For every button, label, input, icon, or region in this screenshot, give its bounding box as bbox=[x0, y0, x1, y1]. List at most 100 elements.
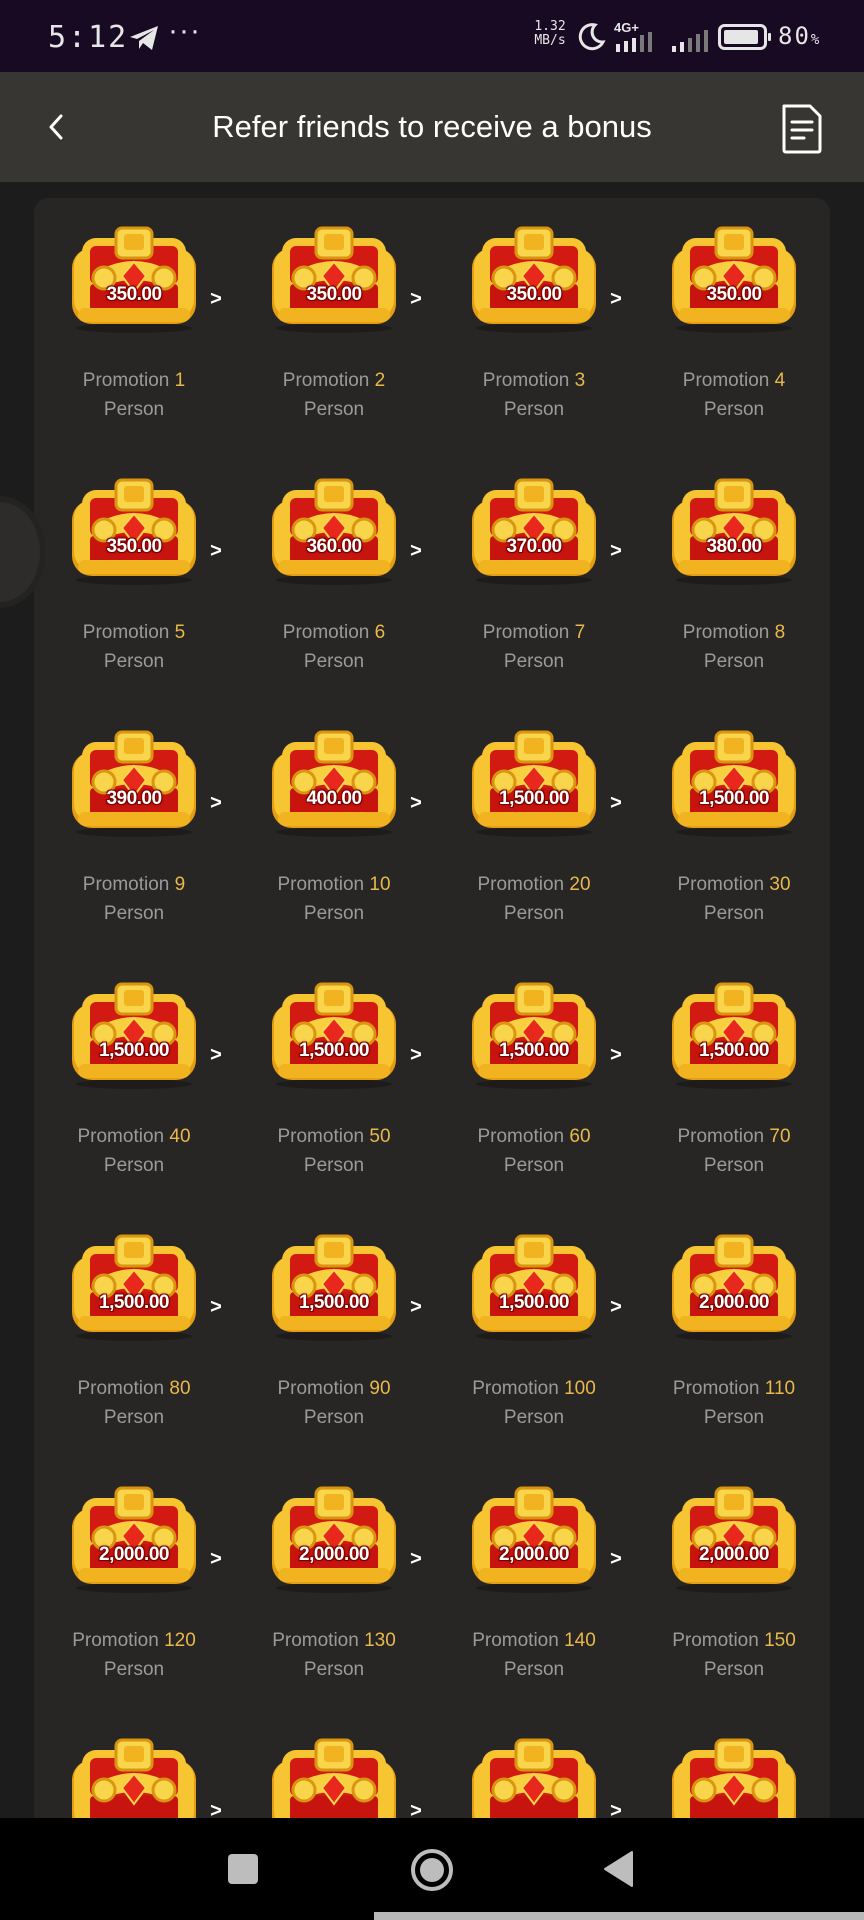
treasure-chest-icon bbox=[72, 226, 196, 333]
tier-label: Promotion 60 Person bbox=[434, 1122, 634, 1180]
reward-tier[interactable]: 1,500.00 Promotion 70 Person bbox=[634, 954, 834, 1204]
tier-label: Promotion 8 Person bbox=[634, 618, 834, 676]
tier-unit: Person bbox=[303, 1407, 365, 1428]
tier-prefix: Promotion bbox=[277, 1378, 365, 1399]
reward-amount: 1,500.00 bbox=[699, 1040, 769, 1061]
treasure-chest-icon bbox=[72, 1738, 196, 1818]
tier-label: Promotion 70 Person bbox=[634, 1122, 834, 1180]
reward-tier[interactable]: 350.00 Promotion 4 Person bbox=[634, 198, 834, 448]
reward-tier[interactable] bbox=[434, 1710, 634, 1818]
battery-percent-unit: % bbox=[810, 32, 820, 48]
tier-label: Promotion 130 Person bbox=[234, 1626, 434, 1684]
tier-label: Promotion 7 Person bbox=[434, 618, 634, 676]
progression-arrow: > bbox=[410, 1296, 422, 1318]
tier-count: 8 bbox=[774, 622, 786, 643]
reward-tier[interactable]: 1,500.00 Promotion 60 Person bbox=[434, 954, 634, 1204]
tier-unit: Person bbox=[103, 399, 165, 420]
app-header: Refer friends to receive a bonus bbox=[0, 72, 864, 182]
reward-amount: 1,500.00 bbox=[99, 1292, 169, 1313]
home-circle-icon[interactable] bbox=[410, 1848, 454, 1892]
reward-tier[interactable] bbox=[34, 1710, 234, 1818]
tier-count: 120 bbox=[164, 1630, 196, 1651]
back-button[interactable] bbox=[36, 102, 76, 152]
reward-tier[interactable]: 1,500.00 Promotion 40 Person bbox=[34, 954, 234, 1204]
treasure-chest-icon bbox=[72, 730, 196, 837]
reward-tier[interactable]: 1,500.00 Promotion 20 Person bbox=[434, 702, 634, 952]
reward-tier[interactable]: 370.00 Promotion 7 Person bbox=[434, 450, 634, 700]
reward-amount: 400.00 bbox=[306, 788, 362, 809]
tier-count: 3 bbox=[574, 370, 586, 391]
reward-tier[interactable]: 350.00 Promotion 2 Person bbox=[234, 198, 434, 448]
tier-prefix: Promotion bbox=[77, 1126, 165, 1147]
treasure-chest-icon bbox=[272, 478, 396, 585]
reward-tier[interactable]: 400.00 Promotion 10 Person bbox=[234, 702, 434, 952]
content-area[interactable]: 350.00 Promotion 1 Person 350.00 Promotion 2… bbox=[0, 182, 864, 1818]
signal-icon bbox=[672, 30, 708, 52]
tier-count: 40 bbox=[169, 1126, 191, 1147]
reward-amount: 2,000.00 bbox=[499, 1544, 569, 1565]
reward-tier[interactable]: 350.00 Promotion 5 Person bbox=[34, 450, 234, 700]
tier-prefix: Promotion bbox=[277, 874, 365, 895]
reward-tier[interactable]: 360.00 Promotion 6 Person bbox=[234, 450, 434, 700]
network-speed-unit: MB/s bbox=[534, 33, 566, 48]
tier-unit: Person bbox=[103, 1407, 165, 1428]
reward-tier[interactable]: 380.00 Promotion 8 Person bbox=[634, 450, 834, 700]
tier-count: 140 bbox=[564, 1630, 596, 1651]
reward-tier[interactable]: 350.00 Promotion 1 Person bbox=[34, 198, 234, 448]
treasure-chest: 1,500.00 bbox=[464, 980, 604, 1090]
tier-prefix: Promotion bbox=[477, 874, 565, 895]
reward-tier[interactable]: 2,000.00 Promotion 140 Person bbox=[434, 1458, 634, 1708]
moon-icon bbox=[578, 23, 606, 51]
reward-tier[interactable] bbox=[234, 1710, 434, 1818]
treasure-chest-icon bbox=[472, 1738, 596, 1818]
tier-prefix: Promotion bbox=[677, 874, 765, 895]
progression-arrow: > bbox=[410, 540, 422, 562]
tier-unit: Person bbox=[703, 651, 765, 672]
treasure-chest: 2,000.00 bbox=[664, 1484, 804, 1594]
back-triangle-icon[interactable] bbox=[602, 1850, 636, 1888]
tier-count: 5 bbox=[174, 622, 186, 643]
status-bar: 5:12 ··· 1.32 MB/s 4G+ 80% bbox=[0, 0, 864, 72]
tier-label: Promotion 3 Person bbox=[434, 366, 634, 424]
tier-unit: Person bbox=[703, 903, 765, 924]
treasure-chest: 2,000.00 bbox=[664, 1232, 804, 1342]
reward-tier[interactable] bbox=[634, 1710, 834, 1818]
reward-tier[interactable]: 1,500.00 Promotion 30 Person bbox=[634, 702, 834, 952]
treasure-chest: 1,500.00 bbox=[464, 728, 604, 838]
reward-tier[interactable]: 2,000.00 Promotion 130 Person bbox=[234, 1458, 434, 1708]
progression-arrow: > bbox=[210, 1296, 222, 1318]
reward-amount: 350.00 bbox=[506, 284, 562, 305]
tier-unit: Person bbox=[503, 399, 565, 420]
reward-tier[interactable]: 2,000.00 Promotion 110 Person bbox=[634, 1206, 834, 1456]
reward-tier[interactable]: 390.00 Promotion 9 Person bbox=[34, 702, 234, 952]
document-icon[interactable] bbox=[778, 102, 826, 156]
reward-tier[interactable]: 1,500.00 Promotion 90 Person bbox=[234, 1206, 434, 1456]
reward-tier[interactable]: 2,000.00 Promotion 120 Person bbox=[34, 1458, 234, 1708]
tier-prefix: Promotion bbox=[677, 1126, 765, 1147]
tier-prefix: Promotion bbox=[282, 622, 370, 643]
treasure-chest-icon bbox=[272, 1234, 396, 1341]
treasure-chest-icon bbox=[272, 1738, 396, 1818]
reward-tier[interactable]: 1,500.00 Promotion 50 Person bbox=[234, 954, 434, 1204]
treasure-chest-icon bbox=[472, 226, 596, 333]
chevron-left-icon bbox=[49, 114, 63, 140]
tier-unit: Person bbox=[103, 1659, 165, 1680]
tier-prefix: Promotion bbox=[282, 370, 370, 391]
recents-square-icon[interactable] bbox=[228, 1854, 258, 1884]
tier-count: 110 bbox=[764, 1378, 796, 1399]
tier-label: Promotion 2 Person bbox=[234, 366, 434, 424]
tier-prefix: Promotion bbox=[682, 370, 770, 391]
tier-prefix: Promotion bbox=[672, 1630, 759, 1651]
reward-tier[interactable]: 1,500.00 Promotion 100 Person bbox=[434, 1206, 634, 1456]
tier-unit: Person bbox=[703, 1155, 765, 1176]
tier-count: 4 bbox=[774, 370, 786, 391]
treasure-chest-icon bbox=[472, 478, 596, 585]
reward-amount: 380.00 bbox=[706, 536, 762, 557]
treasure-chest-icon bbox=[672, 1234, 796, 1341]
tier-prefix: Promotion bbox=[482, 370, 570, 391]
treasure-chest bbox=[464, 1736, 604, 1818]
reward-tier[interactable]: 350.00 Promotion 3 Person bbox=[434, 198, 634, 448]
reward-tier[interactable]: 2,000.00 Promotion 150 Person bbox=[634, 1458, 834, 1708]
reward-tier[interactable]: 1,500.00 Promotion 80 Person bbox=[34, 1206, 234, 1456]
tier-label: Promotion 30 Person bbox=[634, 870, 834, 928]
